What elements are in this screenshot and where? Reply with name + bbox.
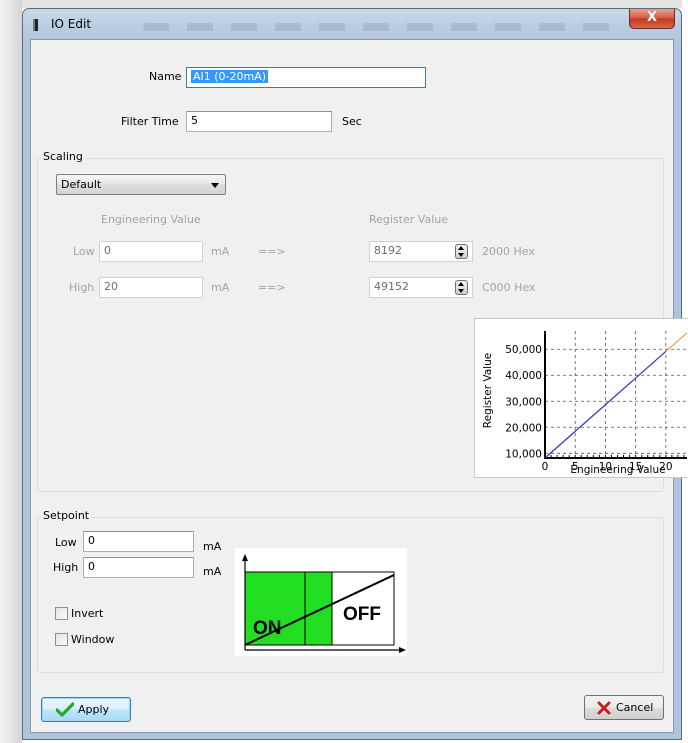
setpoint-low-unit: mA xyxy=(203,540,222,553)
on-region-window xyxy=(305,572,332,645)
scaling-mode-dropdown[interactable]: Default xyxy=(56,174,226,195)
setpoint-legend: Setpoint xyxy=(41,509,92,522)
register-high-hex: C000 Hex xyxy=(482,281,536,294)
window-checkbox[interactable] xyxy=(55,633,68,646)
y-tick-label: 50,000 xyxy=(505,344,542,356)
app-icon xyxy=(33,19,38,31)
register-low-hex: 2000 Hex xyxy=(482,245,535,258)
apply-label: Apply xyxy=(78,703,110,716)
filter-time-unit: Sec xyxy=(342,115,362,128)
register-high-spinner-icon[interactable] xyxy=(455,280,468,295)
window-title: IO Edit xyxy=(51,17,92,31)
off-label: OFF xyxy=(343,604,381,625)
x-tick-label: 0 xyxy=(542,461,549,473)
filter-time-field[interactable]: 5 xyxy=(186,111,332,132)
cancel-x-icon xyxy=(597,701,611,715)
engineering-low-unit: mA xyxy=(211,245,230,258)
scaling-low-label: Low xyxy=(73,245,95,258)
x-axis-title: Engineering Value xyxy=(570,464,665,476)
scaling-chart-svg: 0 5 10 15 2010,00020,00030,00040,00050,000En… xyxy=(482,331,688,476)
chevron-down-icon xyxy=(211,183,219,188)
engineering-high-unit: mA xyxy=(211,281,230,294)
y-axis-arrowhead xyxy=(242,554,248,561)
register-low-spinner-icon[interactable] xyxy=(455,244,468,259)
engineering-value-header: Engineering Value xyxy=(101,213,201,226)
setpoint-low-label: Low xyxy=(55,536,77,549)
y-tick-label: 40,000 xyxy=(505,370,542,382)
low-arrow: ==> xyxy=(258,245,286,258)
y-tick-label: 30,000 xyxy=(505,396,542,408)
scaling-high-label: High xyxy=(69,281,95,294)
name-field[interactable]: AI1 (0-20mA) xyxy=(186,67,426,88)
apply-button[interactable]: Apply xyxy=(41,697,131,722)
setpoint-high-unit: mA xyxy=(203,565,222,578)
register-value-header: Register Value xyxy=(369,213,448,226)
name-label: Name xyxy=(149,70,182,83)
high-arrow: ==> xyxy=(258,281,286,294)
background-window-edge xyxy=(0,0,22,743)
engineering-low-field[interactable]: 0 xyxy=(99,241,203,262)
series-line-1 xyxy=(665,332,688,352)
name-value: AI1 (0-20mA) xyxy=(191,70,269,83)
blurred-background-text xyxy=(143,23,623,31)
cancel-button[interactable]: Cancel xyxy=(584,695,664,720)
scaling-legend: Scaling xyxy=(41,150,85,163)
invert-checkbox[interactable] xyxy=(55,607,68,620)
setpoint-high-field[interactable]: 0 xyxy=(83,557,194,578)
title-bar[interactable]: IO Edit X xyxy=(23,9,681,39)
scaling-chart: 0 5 10 15 20 10,000 20,000 30,000 40,000 50,000 En… xyxy=(474,318,688,478)
invert-label: Invert xyxy=(71,607,104,620)
setpoint-high-label: High xyxy=(53,561,79,574)
setpoint-diagram-svg: ON OFF xyxy=(242,554,406,653)
setpoint-low-field[interactable]: 0 xyxy=(83,531,194,552)
background-window-strip xyxy=(22,0,682,8)
scaling-mode-value: Default xyxy=(61,178,102,191)
y-tick-label: 20,000 xyxy=(505,422,542,434)
setpoint-diagram: ON OFF xyxy=(235,548,407,656)
x-axis-arrowhead xyxy=(399,647,406,653)
y-axis-title: Register Value xyxy=(482,353,494,428)
engineering-high-field[interactable]: 20 xyxy=(99,277,203,298)
checkmark-icon xyxy=(56,702,74,717)
window-label: Window xyxy=(71,633,115,646)
filter-time-label: Filter Time xyxy=(121,115,179,128)
y-tick-label: 10,000 xyxy=(505,448,542,460)
close-button[interactable]: X xyxy=(629,9,675,29)
on-label: ON xyxy=(253,618,282,639)
cancel-label: Cancel xyxy=(616,701,654,714)
